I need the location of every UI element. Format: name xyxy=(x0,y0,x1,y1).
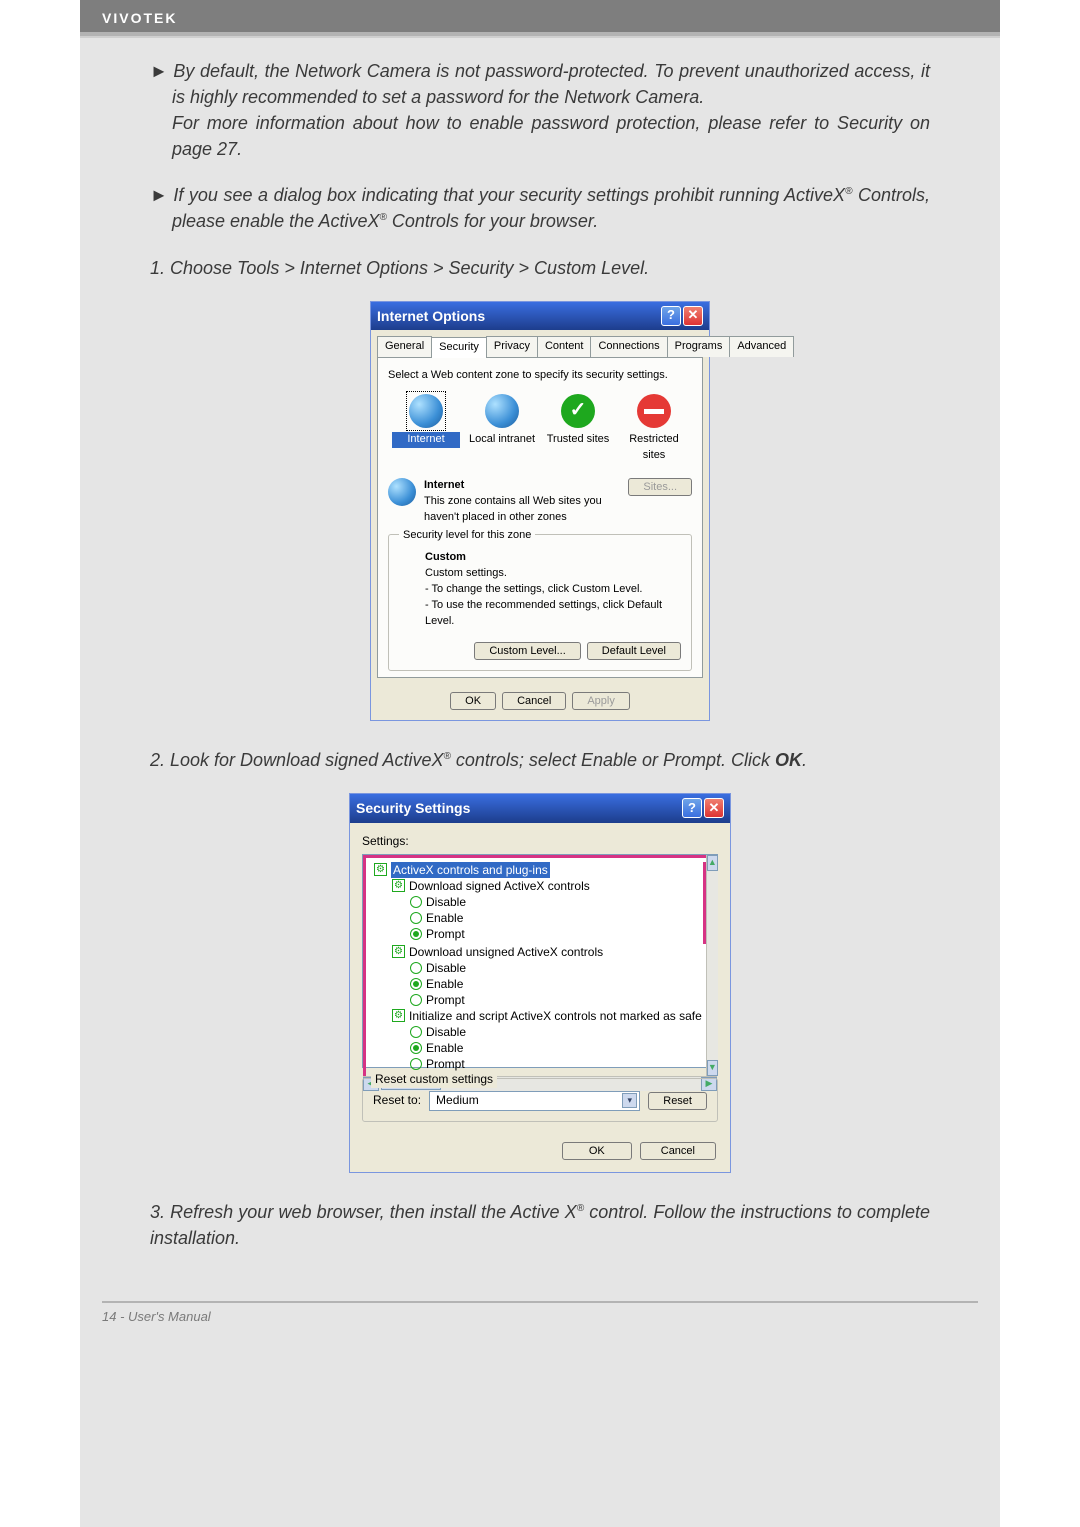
level-name: Custom xyxy=(425,550,681,566)
globe-icon xyxy=(388,478,416,506)
chevron-down-icon[interactable]: ▾ xyxy=(622,1093,637,1108)
reset-combo[interactable]: Medium ▾ xyxy=(429,1091,640,1111)
paragraph-password-note: ► By default, the Network Camera is not … xyxy=(150,58,930,162)
tree-node: Download unsigned ActiveX controls xyxy=(409,944,603,960)
apply-button[interactable]: Apply xyxy=(572,692,630,710)
reset-fieldset: Reset custom settings Reset to: Medium ▾… xyxy=(362,1078,718,1122)
close-icon[interactable]: ✕ xyxy=(704,798,724,818)
content-area: ► By default, the Network Camera is not … xyxy=(80,58,1000,1251)
tree-node: Download signed ActiveX controls xyxy=(409,878,590,894)
gear-icon: ⚙ xyxy=(374,863,387,876)
gear-icon: ⚙ xyxy=(392,1009,405,1022)
check-icon: ✓ xyxy=(561,394,595,428)
zone-prompt: Select a Web content zone to specify its… xyxy=(388,368,692,384)
gear-icon: ⚙ xyxy=(392,879,405,892)
paragraph-activex-note: ► If you see a dialog box indicating tha… xyxy=(150,182,930,234)
cancel-button[interactable]: Cancel xyxy=(502,692,566,710)
tab-connections[interactable]: Connections xyxy=(590,336,667,357)
ok-button[interactable]: OK xyxy=(450,692,496,710)
divider xyxy=(102,1301,978,1303)
fieldset-legend: Reset custom settings xyxy=(371,1071,497,1088)
tab-content[interactable]: Content xyxy=(537,336,592,357)
radio-icon[interactable] xyxy=(410,962,422,974)
help-icon[interactable]: ? xyxy=(661,306,681,326)
footer-text: 14 - User's Manual xyxy=(102,1309,211,1324)
settings-label: Settings: xyxy=(362,833,718,850)
internet-options-dialog: Internet Options ? ✕ General Security Pr… xyxy=(370,301,710,721)
dialog-title: Internet Options xyxy=(377,306,485,326)
radio-icon[interactable] xyxy=(410,896,422,908)
forbidden-icon xyxy=(637,394,671,428)
tab-security[interactable]: Security xyxy=(431,337,487,358)
zone-trusted-sites[interactable]: ✓ Trusted sites xyxy=(544,394,612,464)
ok-button[interactable]: OK xyxy=(562,1142,632,1160)
zone-local-intranet[interactable]: Local intranet xyxy=(468,394,536,464)
level-desc-3: - To use the recommended settings, click… xyxy=(425,598,681,630)
reset-label: Reset to: xyxy=(373,1092,421,1109)
dialog-titlebar[interactable]: Security Settings ? ✕ xyxy=(350,794,730,822)
registered-mark: ® xyxy=(379,212,386,223)
security-tab-panel: Select a Web content zone to specify its… xyxy=(377,357,703,678)
registered-mark: ® xyxy=(577,1203,584,1214)
radio-icon[interactable] xyxy=(410,978,422,990)
dialog-titlebar[interactable]: Internet Options ? ✕ xyxy=(371,302,709,330)
fieldset-legend: Security level for this zone xyxy=(399,529,535,541)
tree-node: Initialize and script ActiveX controls n… xyxy=(409,1008,702,1024)
radio-icon[interactable] xyxy=(410,1026,422,1038)
tree-group: ActiveX controls and plug-ins xyxy=(391,862,550,878)
scroll-down-icon[interactable]: ▼ xyxy=(707,1060,718,1076)
tab-advanced[interactable]: Advanced xyxy=(729,336,794,357)
step-3: 3. Refresh your web browser, then instal… xyxy=(150,1199,930,1251)
radio-icon[interactable] xyxy=(410,994,422,1006)
reset-button[interactable]: Reset xyxy=(648,1092,707,1110)
step-2: 2. Look for Download signed ActiveX® con… xyxy=(150,747,930,773)
combo-value: Medium xyxy=(436,1092,479,1109)
security-settings-dialog: Security Settings ? ✕ Settings: xyxy=(349,793,731,1173)
zone-info-title: Internet xyxy=(424,478,620,494)
divider xyxy=(80,36,1000,38)
step-1: 1. Choose Tools > Internet Options > Sec… xyxy=(150,255,930,281)
help-icon[interactable]: ? xyxy=(682,798,702,818)
globe-icon xyxy=(409,394,443,428)
security-level-fieldset: Security level for this zone Custom Cust… xyxy=(388,534,692,672)
radio-icon[interactable] xyxy=(410,1058,422,1070)
tab-programs[interactable]: Programs xyxy=(667,336,731,357)
radio-icon[interactable] xyxy=(410,1042,422,1054)
page-footer: 14 - User's Manual xyxy=(80,1271,1000,1324)
vertical-scrollbar[interactable]: ▲ ▼ xyxy=(706,855,718,1076)
default-level-button[interactable]: Default Level xyxy=(587,642,681,660)
tabstrip: General Security Privacy Content Connect… xyxy=(371,330,709,357)
manual-page: VIVOTEK ► By default, the Network Camera… xyxy=(80,0,1000,1527)
tab-general[interactable]: General xyxy=(377,336,432,357)
close-icon[interactable]: ✕ xyxy=(683,306,703,326)
radio-icon[interactable] xyxy=(410,912,422,924)
zone-info-desc: This zone contains all Web sites you hav… xyxy=(424,494,620,526)
brand-name: VIVOTEK xyxy=(102,10,177,26)
globe-icon xyxy=(485,394,519,428)
settings-tree[interactable]: ⚙ActiveX controls and plug-ins ⚙Download… xyxy=(363,855,706,1076)
dialog-title: Security Settings xyxy=(356,798,470,818)
radio-icon[interactable] xyxy=(410,928,422,940)
level-desc-2: - To change the settings, click Custom L… xyxy=(425,582,681,598)
sites-button[interactable]: Sites... xyxy=(628,478,692,496)
registered-mark: ® xyxy=(444,751,451,762)
level-desc-1: Custom settings. xyxy=(425,566,681,582)
scroll-up-icon[interactable]: ▲ xyxy=(707,855,718,871)
page-header: VIVOTEK xyxy=(80,0,1000,32)
custom-level-button[interactable]: Custom Level... xyxy=(474,642,580,660)
tab-privacy[interactable]: Privacy xyxy=(486,336,538,357)
gear-icon: ⚙ xyxy=(392,945,405,958)
cancel-button[interactable]: Cancel xyxy=(640,1142,716,1160)
settings-listbox: ⚙ActiveX controls and plug-ins ⚙Download… xyxy=(362,854,718,1068)
zone-internet[interactable]: Internet xyxy=(392,394,460,464)
zone-restricted-sites[interactable]: Restricted sites xyxy=(620,394,688,464)
